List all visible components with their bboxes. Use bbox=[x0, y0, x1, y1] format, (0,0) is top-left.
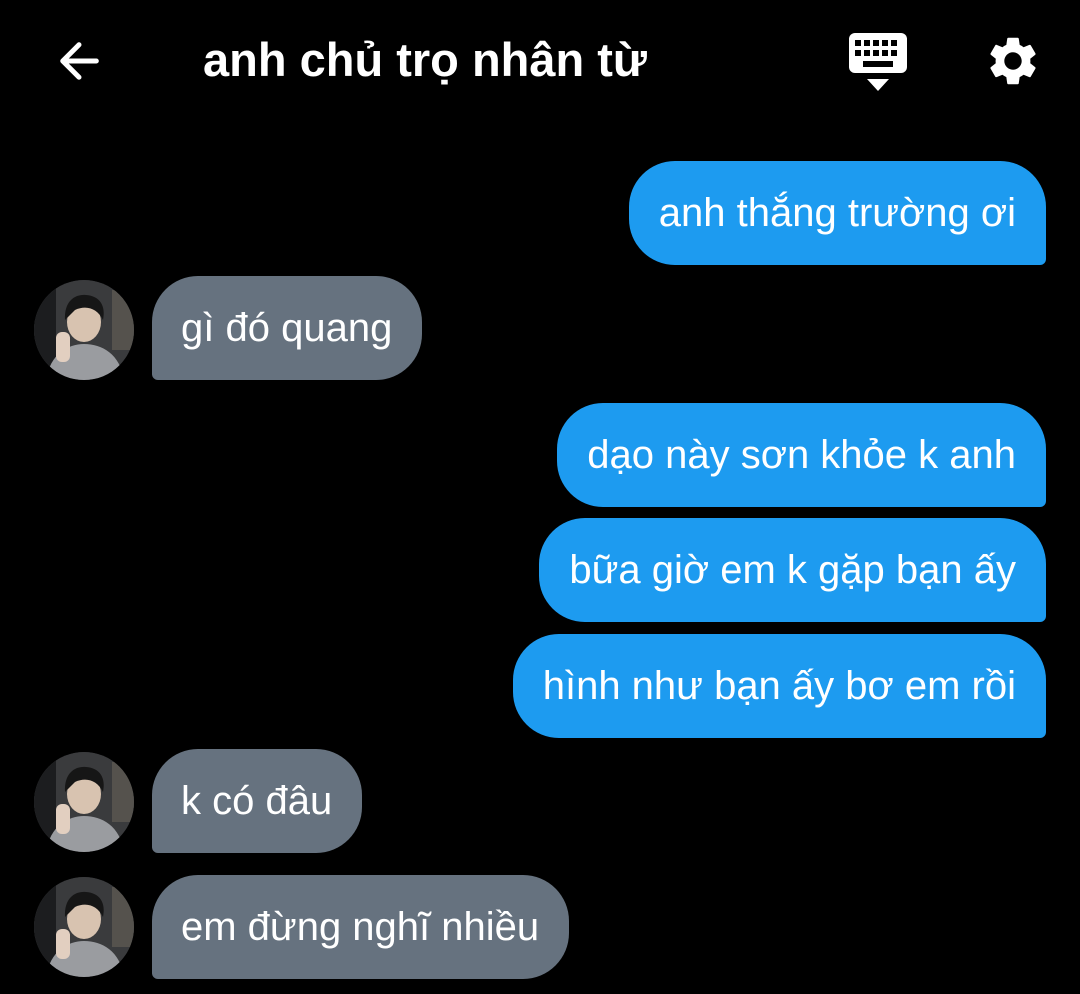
sent-message-bubble[interactable]: dạo này sơn khỏe k anh bbox=[557, 403, 1046, 507]
message-text: k có đâu bbox=[181, 778, 333, 823]
gear-icon bbox=[990, 37, 1036, 85]
contact-avatar[interactable] bbox=[34, 280, 134, 380]
message-text: gì đó quang bbox=[181, 305, 393, 350]
sent-message-bubble[interactable]: hình như bạn ấy bơ em rồi bbox=[512, 634, 1046, 738]
avatar-photo bbox=[34, 752, 134, 852]
received-message-bubble[interactable]: em đừng nghĩ nhiều bbox=[152, 875, 570, 979]
avatar-photo bbox=[34, 877, 134, 977]
settings-button[interactable] bbox=[978, 26, 1048, 96]
received-message-bubble[interactable]: k có đâu bbox=[152, 749, 363, 853]
sent-message-bubble[interactable]: bữa giờ em k gặp bạn ấy bbox=[539, 518, 1046, 622]
chat-header: anh chủ trọ nhân từ bbox=[0, 0, 1080, 120]
received-message-bubble[interactable]: gì đó quang bbox=[152, 276, 423, 380]
contact-avatar[interactable] bbox=[34, 752, 134, 852]
message-text: em đừng nghĩ nhiều bbox=[181, 904, 540, 949]
keyboard-icon bbox=[849, 33, 907, 91]
chat-title: anh chủ trọ nhân từ bbox=[203, 33, 647, 86]
message-text: anh thắng trường ơi bbox=[658, 190, 1016, 235]
arrow-left-icon bbox=[60, 42, 99, 80]
keyboard-button[interactable] bbox=[842, 28, 914, 96]
back-button[interactable] bbox=[46, 28, 112, 94]
sent-message-bubble[interactable]: anh thắng trường ơi bbox=[628, 161, 1046, 265]
avatar-photo bbox=[34, 280, 134, 380]
contact-avatar[interactable] bbox=[34, 877, 134, 977]
message-text: hình như bạn ấy bơ em rồi bbox=[542, 663, 1016, 708]
message-text: bữa giờ em k gặp bạn ấy bbox=[569, 547, 1016, 592]
message-text: dạo này sơn khỏe k anh bbox=[587, 432, 1016, 477]
